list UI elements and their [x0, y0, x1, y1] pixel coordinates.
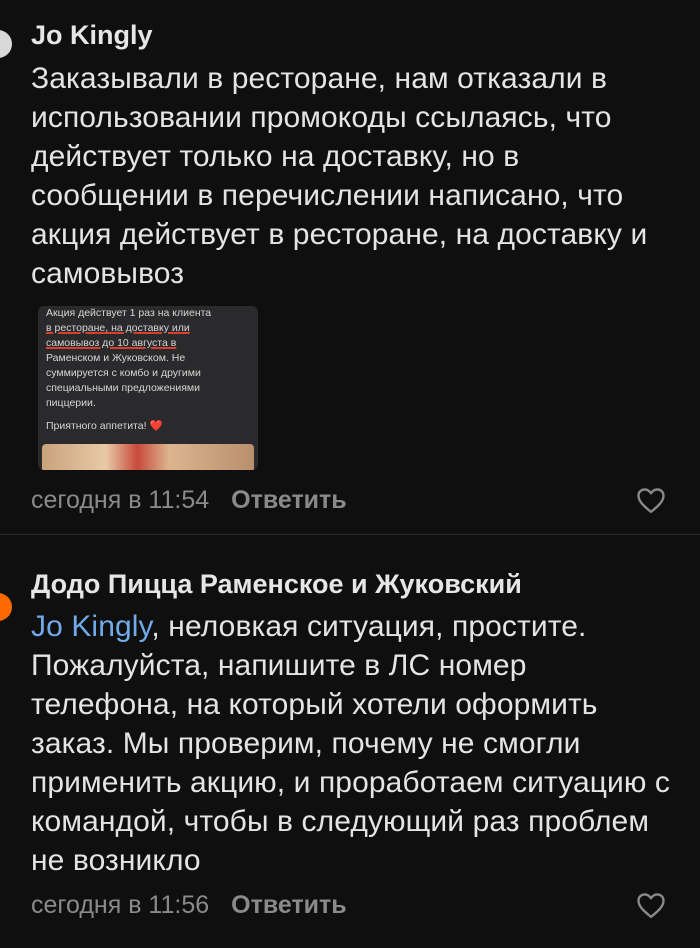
reply-button[interactable]: Ответить	[231, 486, 347, 514]
comment-meta: сегодня в 11:56 Ответить	[31, 891, 347, 920]
timestamp: сегодня в 11:54	[31, 486, 210, 514]
mention-link[interactable]: Jo Kingly	[31, 610, 151, 643]
attachment-line: в ресторане, на доставку или	[46, 322, 190, 334]
reply-button[interactable]: Ответить	[231, 891, 347, 919]
comment-jo-kingly: Jo Kingly Заказывали в ресторане, нам от…	[0, 0, 700, 530]
attachment-text: Акция действует 1 раз на клиента в ресто…	[46, 306, 256, 434]
attachment-photo-strip	[42, 444, 254, 470]
attachment-line: Акция действует 1 раз на клиента	[46, 307, 212, 319]
avatar[interactable]	[0, 30, 12, 58]
comment-text: Заказывали в ресторане, нам отказали в и…	[31, 62, 648, 290]
attachment-line: суммируется с комбо и другими	[46, 367, 201, 379]
attachment-image[interactable]: Акция действует 1 раз на клиента в ресто…	[38, 306, 258, 470]
comment-body: , неловкая ситуация, простите. Пожалуйст…	[31, 610, 671, 877]
heart-outline-icon[interactable]	[636, 486, 666, 514]
attachment-line: Раменском и Жуковском. Не	[46, 352, 186, 364]
avatar[interactable]	[0, 593, 12, 621]
attachment-line: самовывоз до 10 августа в	[46, 337, 177, 349]
comment-dodo-pizza: Додо Пицца Раменское и Жуковский Jo King…	[0, 535, 700, 948]
attachment-line: специальными предложениями	[46, 382, 200, 394]
heart-outline-icon[interactable]	[636, 891, 666, 919]
comment-author[interactable]: Додо Пицца Раменское и Жуковский	[31, 569, 522, 600]
comment-meta: сегодня в 11:54 Ответить	[31, 486, 347, 515]
timestamp: сегодня в 11:56	[31, 891, 210, 919]
attachment-line: пиццерии.	[46, 397, 96, 409]
comment-text: Jo Kingly, неловкая ситуация, простите. …	[31, 607, 671, 880]
attachment-line: Приятного аппетита! ❤️	[46, 420, 163, 432]
comment-author[interactable]: Jo Kingly	[31, 20, 153, 51]
